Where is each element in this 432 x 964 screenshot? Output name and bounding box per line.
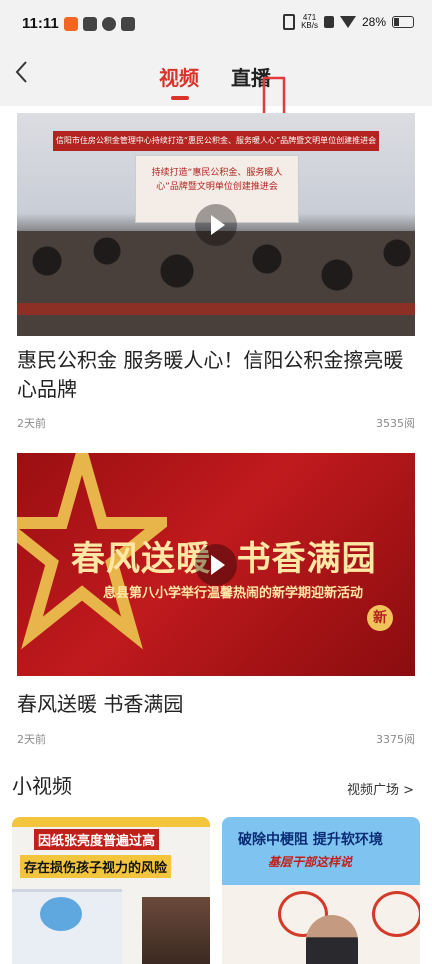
meeting-banner: 信阳市住房公积金管理中心持续打造“惠民公积金、服务暖人心”品牌暨文明单位创建推进… xyxy=(53,131,379,151)
status-bar: 11:11 471 KB/s 28% xyxy=(0,0,432,50)
thumb-subtitle: 息县第八小学举行温馨热闹的新学期迎新活动 xyxy=(103,586,364,601)
battery-icon xyxy=(392,16,414,28)
status-time: 11:11 xyxy=(22,15,59,32)
short-video-line2: 存在损伤孩子视力的风险 xyxy=(20,855,172,878)
video-thumbnail[interactable]: 春风送暖 书香满园 息县第八小学举行温馨热闹的新学期迎新活动 新 xyxy=(17,453,415,676)
chevron-left-icon xyxy=(15,61,27,83)
no-sim-icon xyxy=(323,16,334,28)
new-badge-text: 新 xyxy=(373,610,387,626)
banner-text: 信阳市住房公积金管理中心持续打造“惠民公积金、服务暖人心”品牌暨文明单位创建推进… xyxy=(55,136,377,145)
short-video-line1: 因纸张亮度普遍过高 xyxy=(34,829,160,850)
short-video-line2: 基层干部这样说 xyxy=(268,855,353,869)
child-figure xyxy=(142,897,210,964)
section-title-short-videos: 小视频 xyxy=(12,774,72,798)
new-badge: 新 xyxy=(367,605,393,631)
desk-row xyxy=(17,303,415,315)
wall-slogan-red xyxy=(372,891,420,937)
short-video-card[interactable]: 破除中梗阻 提升软环境 基层干部这样说 xyxy=(222,817,420,964)
network-speed: 471 KB/s xyxy=(301,14,318,30)
app-notification-icon xyxy=(83,17,97,31)
play-icon[interactable] xyxy=(195,543,237,586)
screen-text: 持续打造“惠民公积金、服务暖人心”品牌暨文明单位创建推进会 xyxy=(151,168,283,192)
active-tab-indicator xyxy=(171,96,189,100)
person-figure xyxy=(306,915,358,964)
app-notification-icon xyxy=(64,17,78,31)
video-time-ago: 2天前 xyxy=(17,417,46,430)
status-right-group: 471 KB/s 28% xyxy=(283,14,414,30)
audience xyxy=(17,231,415,336)
video-views: 3535阅 xyxy=(376,417,415,430)
network-speed-unit: KB/s xyxy=(301,21,318,30)
video-title[interactable]: 春风送暖 书香满园 xyxy=(17,690,415,719)
wifi-icon xyxy=(339,16,356,28)
video-views: 3375阅 xyxy=(376,733,415,746)
back-button[interactable] xyxy=(10,56,40,90)
short-video-top-bar xyxy=(12,817,210,827)
short-video-sky xyxy=(222,817,420,885)
short-video-card[interactable]: 因纸张亮度普遍过高 存在损伤孩子视力的风险 xyxy=(12,817,210,964)
battery-percent: 28% xyxy=(361,15,386,29)
app-notification-icon xyxy=(102,17,116,31)
doraemon-figure xyxy=(40,897,82,931)
video-thumbnail[interactable]: 信阳市住房公积金管理中心持续打造“惠民公积金、服务暖人心”品牌暨文明单位创建推进… xyxy=(17,113,415,336)
top-nav: 视频 直播 xyxy=(0,50,432,206)
tab-video[interactable]: 视频 xyxy=(159,62,199,91)
play-icon[interactable] xyxy=(195,203,237,246)
video-card[interactable]: 信阳市住房公积金管理中心持续打造“惠民公积金、服务暖人心”品牌暨文明单位创建推进… xyxy=(17,113,415,433)
video-title[interactable]: 惠民公积金 服务暖人心！信阳公积金擦亮暖心品牌 xyxy=(17,346,415,404)
video-plaza-link[interactable]: 视频广场 > xyxy=(347,779,414,798)
video-time-ago: 2天前 xyxy=(17,733,46,746)
short-video-line1: 破除中梗阻 提升软环境 xyxy=(238,832,383,848)
app-notification-icon xyxy=(121,17,135,31)
vibrate-icon xyxy=(283,14,296,30)
video-card[interactable]: 春风送暖 书香满园 息县第八小学举行温馨热闹的新学期迎新活动 新 春风送暖 书香… xyxy=(17,453,415,753)
